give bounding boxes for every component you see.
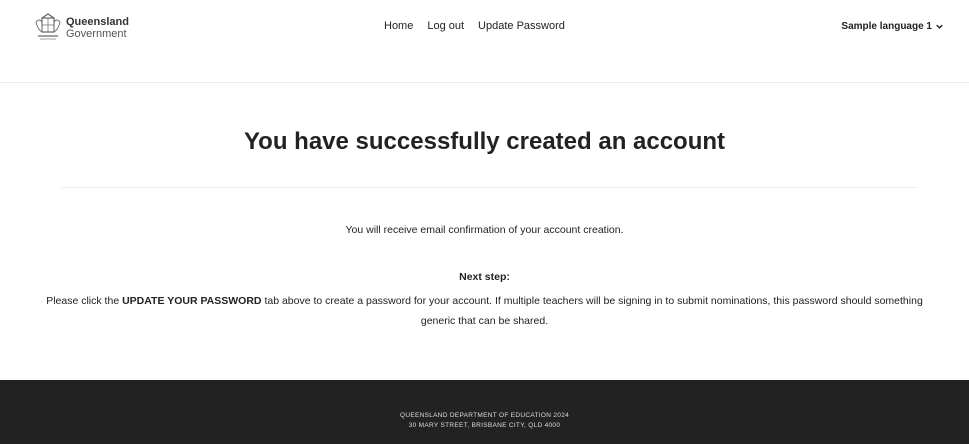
confirmation-message: You will receive email confirmation of y… — [345, 224, 624, 236]
footer-organisation: QUEENSLAND DEPARTMENT OF EDUCATION 2024 — [399, 412, 570, 419]
next-step-heading: Next step: — [459, 271, 510, 283]
next-step-instructions: Please click the UPDATE YOUR PASSWORD ta… — [30, 291, 939, 331]
site-header: Queensland Government Home Log out Updat… — [0, 0, 969, 83]
nav-logout-link[interactable]: Log out — [427, 20, 464, 32]
footer-address: 30 MARY STREET, BRISBANE CITY, QLD 4000 — [408, 422, 561, 429]
language-label: Sample language 1 — [841, 21, 932, 32]
nav-home-link[interactable]: Home — [384, 20, 413, 32]
site-footer: QUEENSLAND DEPARTMENT OF EDUCATION 2024 … — [0, 380, 969, 444]
logo-line-1: Queensland — [66, 16, 129, 28]
main-nav: Home Log out Update Password — [384, 20, 579, 32]
chevron-down-icon — [936, 24, 943, 29]
logo-line-2: Government — [66, 28, 127, 40]
instruction-prefix: Please click the — [46, 295, 120, 307]
page-title: You have successfully created an account — [243, 128, 726, 155]
qld-government-logo[interactable]: Queensland Government — [33, 12, 129, 42]
content-divider — [62, 187, 917, 188]
language-selector[interactable]: Sample language 1 — [841, 21, 943, 32]
coat-of-arms-icon — [35, 13, 61, 40]
instruction-suffix: tab above to create a password for your … — [264, 295, 923, 327]
instruction-highlight: UPDATE YOUR PASSWORD — [122, 295, 262, 307]
nav-update-password-link[interactable]: Update Password — [478, 20, 565, 32]
